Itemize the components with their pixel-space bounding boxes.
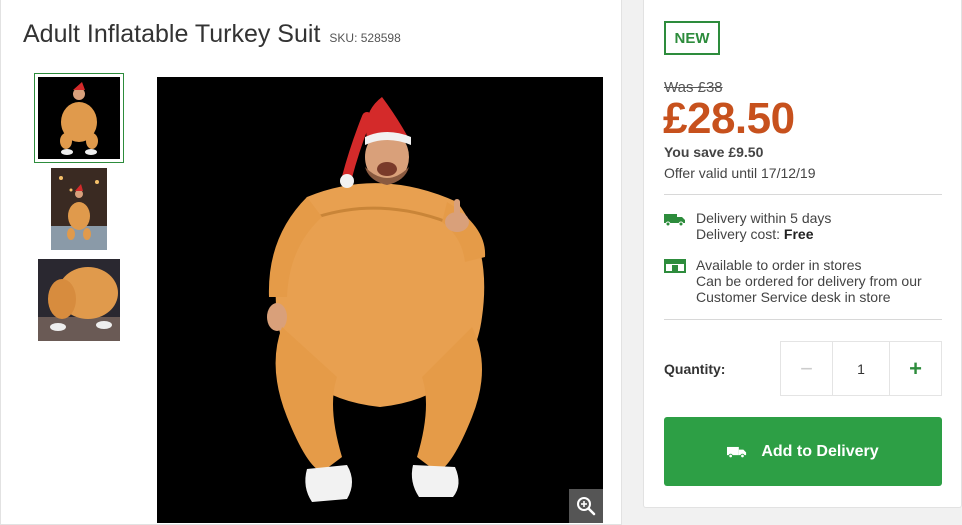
title-row: Adult Inflatable Turkey Suit SKU: 528598 bbox=[23, 20, 401, 49]
savings-text: You save £9.50 bbox=[664, 144, 764, 160]
divider bbox=[664, 319, 942, 320]
store-delivery-note-2: Customer Service desk in store bbox=[696, 289, 891, 305]
quantity-label: Quantity: bbox=[664, 361, 726, 377]
store-availability: Available to order in stores bbox=[696, 257, 862, 273]
main-product-image[interactable] bbox=[157, 77, 603, 523]
delivery-info: Delivery within 5 days Delivery cost: Fr… bbox=[664, 210, 831, 242]
product-gallery-panel: Adult Inflatable Turkey Suit SKU: 528598 bbox=[0, 0, 622, 525]
new-badge: NEW bbox=[664, 21, 720, 55]
quantity-increase-button[interactable]: + bbox=[889, 342, 941, 395]
add-to-delivery-button[interactable]: Add to Delivery bbox=[664, 417, 942, 486]
store-delivery-note-1: Can be ordered for delivery from our bbox=[696, 273, 922, 289]
store-icon bbox=[664, 259, 686, 273]
add-to-delivery-label: Add to Delivery bbox=[761, 442, 879, 460]
thumbnail-3[interactable] bbox=[38, 259, 120, 341]
zoom-in-button[interactable] bbox=[569, 489, 603, 523]
thumbnail-1[interactable] bbox=[34, 73, 124, 163]
truck-icon bbox=[664, 214, 685, 226]
truck-icon bbox=[727, 446, 747, 458]
delivery-cost-value: Free bbox=[783, 226, 814, 242]
delivery-cost: Delivery cost: Free bbox=[696, 226, 814, 242]
quantity-stepper: − + bbox=[780, 341, 942, 396]
thumbnail-1-image bbox=[38, 77, 120, 159]
offer-validity: Offer valid until 17/12/19 bbox=[664, 165, 816, 181]
product-sku: SKU: 528598 bbox=[329, 31, 401, 45]
quantity-decrease-button[interactable]: − bbox=[781, 342, 833, 395]
quantity-input[interactable] bbox=[833, 342, 889, 395]
delivery-time: Delivery within 5 days bbox=[696, 210, 832, 226]
zoom-in-icon bbox=[577, 497, 596, 516]
product-title: Adult Inflatable Turkey Suit bbox=[23, 20, 321, 48]
store-info: Available to order in stores Can be orde… bbox=[664, 257, 922, 305]
divider bbox=[664, 194, 942, 195]
purchase-panel: NEW Was £38 £28.50 You save £9.50 Offer … bbox=[643, 0, 962, 508]
thumbnail-2[interactable] bbox=[51, 168, 107, 250]
current-price: £28.50 bbox=[663, 94, 795, 143]
